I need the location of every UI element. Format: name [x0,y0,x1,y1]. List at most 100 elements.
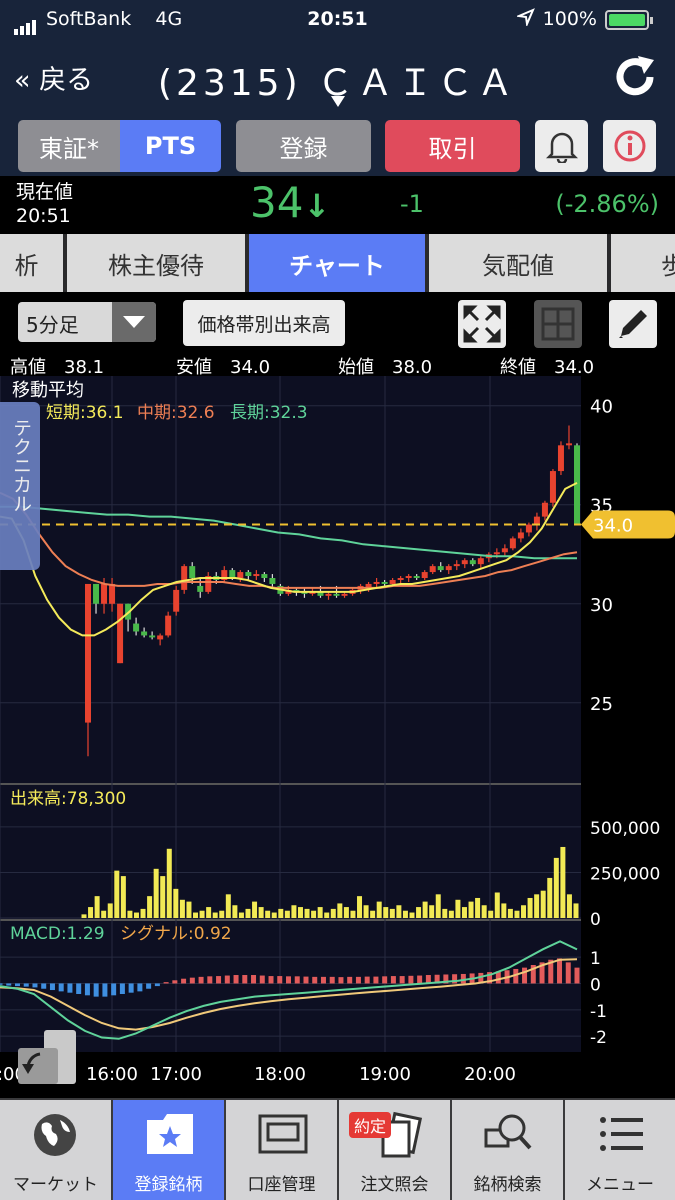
macd-histogram-bar [522,967,528,984]
chevron-down-icon [112,302,156,342]
volume-bar [389,908,395,918]
interval-value: 5分足 [26,313,79,337]
macd-histogram-bar [373,976,379,984]
candle-body [501,548,508,553]
chart-canvas[interactable]: 4035302534.0 500,000250,0000 10-1-2 15:0… [0,376,675,1092]
macd-histogram-bar [41,983,47,989]
interval-select[interactable]: 5分足 [18,302,156,342]
alert-button[interactable] [535,120,588,172]
volume-bar [140,908,146,918]
action-bar: 東証* PTS 登録 取引 [0,114,675,176]
macd-histogram-bar [259,975,265,984]
volume-bar [120,876,126,918]
bottom-nav: マーケット 登録銘柄 口座管理 約定 注文照会 銘柄検索 メニュー [0,1098,675,1200]
status-bar: SoftBank 4G 20:51 100% [0,0,675,40]
technical-tab[interactable]: テクニカル [0,402,40,570]
candle-body [469,560,476,565]
macd-label: MACD:1.29 [10,924,105,944]
nav-watchlist-label: 登録銘柄 [134,1175,203,1195]
info-icon [614,130,645,162]
signal-label: シグナル:0.92 [120,924,232,944]
price-value: 34 [250,178,304,227]
down-arrow-icon: ↓ [303,187,331,225]
volume-profile-button[interactable]: 価格帯別出来高 [183,300,345,346]
nav-watchlist[interactable]: 登録銘柄 [113,1100,224,1200]
macd-histogram-bar [408,975,414,984]
candle-body [333,593,340,596]
candle-body [85,583,91,723]
volume-bar [238,912,244,918]
nav-market[interactable]: マーケット [0,1100,111,1200]
volume-bar [166,848,172,918]
volume-tick-label: 250,000 [590,864,660,884]
undo-zoom-icon[interactable] [14,1028,78,1086]
caret-down-icon[interactable] [331,96,345,107]
candle-body [141,631,148,636]
price-tick-label: 25 [590,694,613,715]
candle-body [421,572,428,579]
info-button[interactable] [603,120,656,172]
volume-bar [94,896,100,918]
volume-bar [357,896,363,918]
volume-bar [435,894,441,918]
nav-menu-label: メニュー [586,1175,654,1195]
macd-histogram-bar [189,977,195,984]
draw-button[interactable] [609,300,657,348]
tab-analysis[interactable]: 析 [0,234,65,292]
macd-histogram-bar [268,976,274,984]
fullscreen-button[interactable] [458,300,506,348]
volume-bar [245,908,251,918]
volume-bar [304,908,310,918]
folder-star-icon [147,1114,193,1154]
volume-bar [81,914,87,918]
macd-histogram-bar [338,977,344,984]
candle-body [189,566,196,579]
tab-quotes[interactable]: 気配値 [429,234,609,292]
macd-histogram-bar [312,976,318,984]
candle-body [389,579,396,584]
volume-bar [376,901,382,918]
time-tick-label: 19:00 [359,1064,411,1085]
volume-bar [101,910,107,918]
nav-menu[interactable]: メニュー [565,1100,675,1200]
volume-bar [271,912,277,918]
nav-account[interactable]: 口座管理 [226,1100,337,1200]
market-pts-button[interactable]: PTS [120,120,221,172]
volume-bar [468,901,474,918]
candle-body [533,516,540,525]
trade-button[interactable]: 取引 [385,120,520,172]
macd-histogram-bar [172,980,178,984]
candle-body [261,574,268,579]
macd-histogram-bar [207,976,213,984]
register-button[interactable]: 登録 [236,120,371,172]
candle-body [117,603,124,664]
nav-market-label: マーケット [13,1175,98,1195]
layout-button[interactable] [534,300,582,348]
market-tse-button[interactable]: 東証* [18,120,120,172]
volume-bar [573,903,579,918]
refresh-icon[interactable] [612,54,658,100]
menu-icon [600,1117,643,1151]
macd-histogram-bar [137,983,143,992]
nav-search[interactable]: 銘柄検索 [452,1100,563,1200]
tab-ticks[interactable]: 歩 [611,234,675,292]
volume-bar [448,910,454,918]
nav-orders[interactable]: 約定 注文照会 [339,1100,450,1200]
macd-histogram-bar [67,983,73,993]
macd-histogram-bar [224,975,230,984]
ma-mid-label: 中期:32.6 [137,403,215,423]
macd-histogram-bar [294,976,300,984]
volume-bar [488,910,494,918]
candle-body [149,635,156,638]
grid-icon [541,307,575,341]
macd-histogram-bar [557,958,563,984]
candle-body [133,623,140,632]
price-time: 20:51 [16,205,71,227]
candle-body [237,572,244,579]
volume-bar [521,905,527,918]
volume-bar [383,907,389,918]
candle-body [509,538,516,549]
tab-chart[interactable]: チャート [249,234,427,292]
volume-bar [547,877,553,918]
tab-shareholder-benefits[interactable]: 株主優待 [67,234,247,292]
